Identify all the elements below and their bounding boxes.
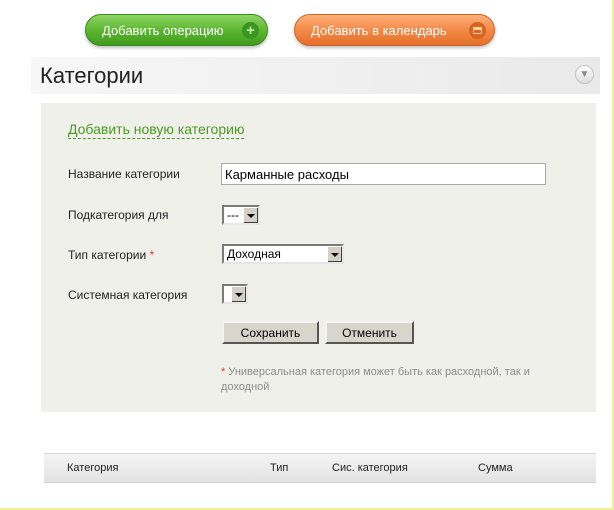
note-text: Универсальная категория может быть как р… bbox=[221, 366, 530, 393]
save-button[interactable]: Сохранить bbox=[222, 321, 319, 344]
category-type-label-text: Тип категории bbox=[68, 248, 147, 262]
required-mark: * bbox=[149, 248, 155, 262]
universal-category-note: * Универсальная категория может быть как… bbox=[221, 365, 571, 395]
category-name-input[interactable] bbox=[221, 163, 546, 185]
column-header-category[interactable]: Категория bbox=[67, 462, 118, 474]
system-category-label: Системная категория bbox=[68, 288, 188, 302]
category-type-select[interactable]: Доходная bbox=[222, 244, 344, 264]
calendar-icon bbox=[469, 22, 486, 39]
category-type-label: Тип категории * bbox=[68, 248, 154, 262]
add-operation-button[interactable]: Добавить операцию + bbox=[85, 14, 268, 46]
dropdown-arrow-icon[interactable] bbox=[231, 286, 246, 302]
column-header-system-category[interactable]: Сис. категория bbox=[332, 462, 408, 474]
categories-table-header: Категория Тип Сис. категория Сумма bbox=[44, 453, 596, 483]
dropdown-arrow-icon[interactable] bbox=[327, 246, 342, 262]
note-star: * bbox=[221, 366, 226, 378]
parent-category-label: Подкатегория для bbox=[68, 208, 169, 222]
column-header-type[interactable]: Тип bbox=[270, 462, 288, 474]
dropdown-arrow-icon[interactable] bbox=[243, 207, 258, 223]
add-operation-label: Добавить операцию bbox=[102, 22, 224, 38]
parent-category-value: --- bbox=[227, 208, 239, 222]
category-type-value: Доходная bbox=[227, 247, 281, 261]
collapse-button[interactable]: ▼ bbox=[575, 65, 594, 84]
plus-icon: + bbox=[242, 22, 259, 39]
categories-header: Категории ▼ bbox=[31, 57, 600, 94]
category-name-label: Название категории bbox=[68, 167, 180, 181]
page-title: Категории bbox=[40, 63, 144, 88]
parent-category-select[interactable]: --- bbox=[222, 205, 260, 225]
add-to-calendar-label: Добавить в календарь bbox=[311, 22, 447, 38]
add-category-panel: Добавить новую категорию Название катего… bbox=[41, 103, 596, 412]
column-header-sum[interactable]: Сумма bbox=[478, 462, 513, 474]
system-category-select[interactable] bbox=[222, 284, 248, 304]
cancel-button[interactable]: Отменить bbox=[325, 321, 414, 344]
add-to-calendar-button[interactable]: Добавить в календарь bbox=[294, 14, 495, 46]
chevron-down-icon: ▼ bbox=[579, 69, 590, 80]
add-category-link[interactable]: Добавить новую категорию bbox=[68, 121, 245, 139]
